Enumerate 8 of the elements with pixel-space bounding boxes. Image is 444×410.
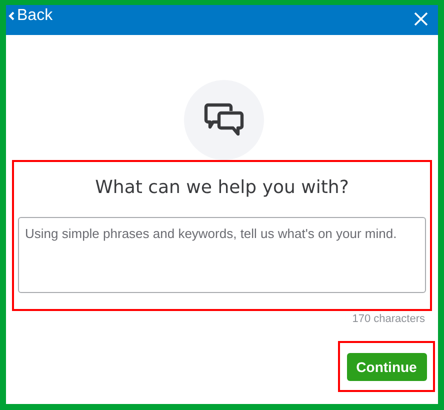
continue-button[interactable]: Continue [346,352,426,380]
close-icon[interactable] [414,12,428,26]
chat-bubbles-icon [204,102,244,138]
character-count: 170 characters [352,313,425,325]
back-link[interactable]: Back [8,7,53,25]
heading: What can we help you with? [95,177,349,198]
back-chevron-icon [8,11,15,21]
message-field[interactable]: Using simple phrases and keywords, tell us what's on your mind. [18,217,426,293]
